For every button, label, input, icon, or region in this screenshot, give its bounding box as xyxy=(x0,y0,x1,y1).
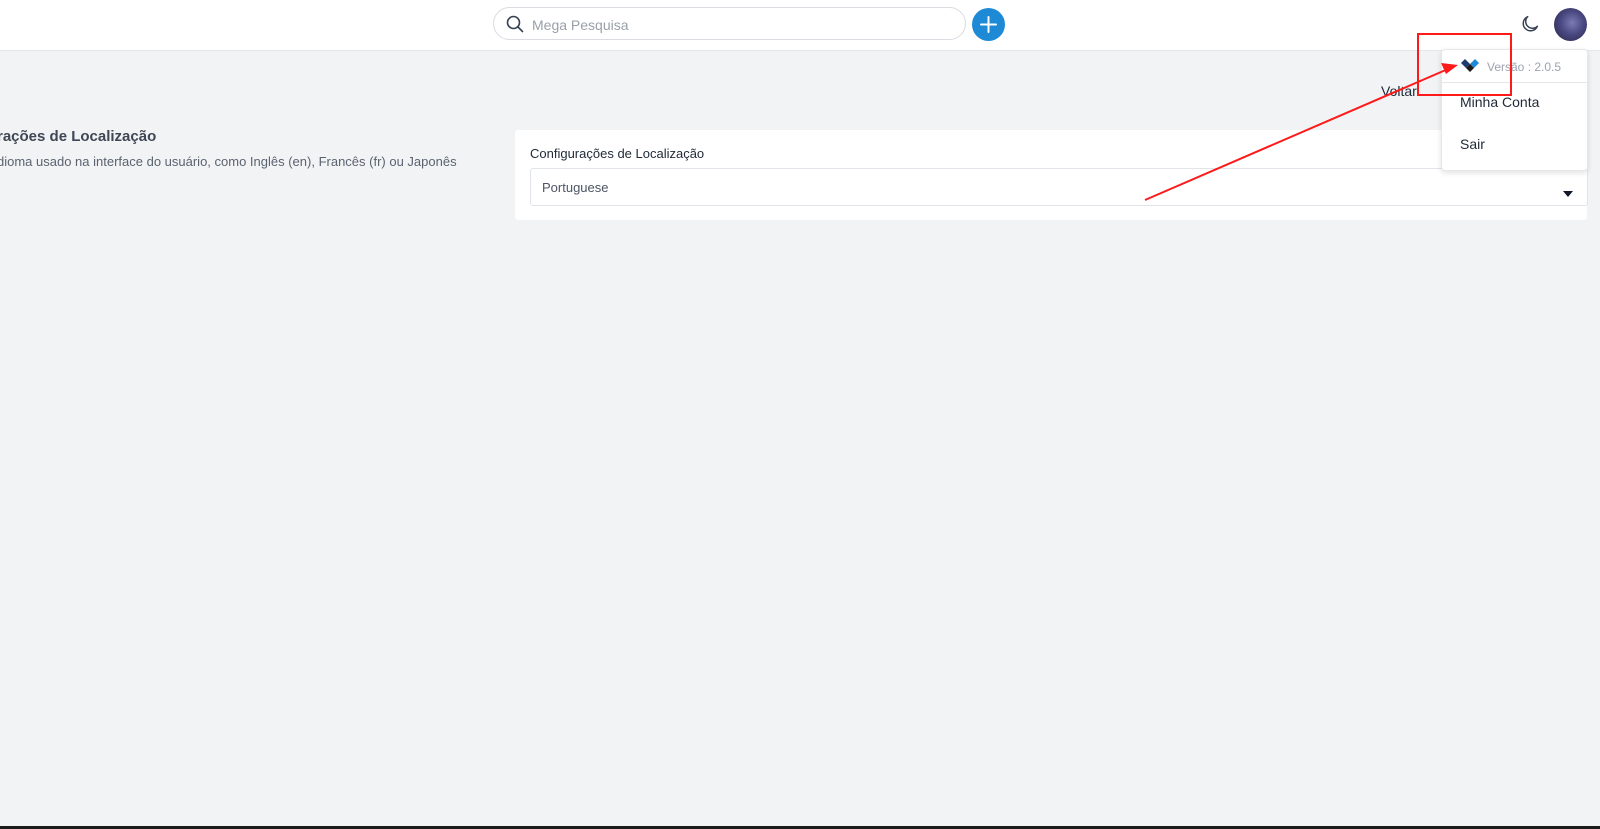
app-logo-icon xyxy=(1460,58,1480,79)
plus-icon xyxy=(980,16,997,33)
user-avatar[interactable] xyxy=(1554,8,1587,41)
user-dropdown-menu: Versão : 2.0.5 Minha Conta Sair xyxy=(1441,49,1588,171)
version-row: Versão : 2.0.5 xyxy=(1442,50,1587,83)
add-button[interactable] xyxy=(972,8,1005,41)
moon-icon xyxy=(1522,15,1539,32)
caret-down-icon xyxy=(1563,184,1573,202)
top-bar xyxy=(0,0,1600,51)
section-description: dioma usado na interface do usuário, com… xyxy=(0,154,457,169)
search-bar[interactable] xyxy=(493,7,966,41)
annotation-arrow xyxy=(1144,63,1458,201)
section-title: rações de Localização xyxy=(0,128,157,145)
field-label: Configurações de Localização xyxy=(530,146,705,161)
search-icon xyxy=(506,15,524,33)
language-select[interactable]: Portuguese xyxy=(530,168,1588,206)
menu-item-my-account[interactable]: Minha Conta xyxy=(1460,94,1539,110)
selected-language: Portuguese xyxy=(542,180,609,195)
localization-card: Configurações de Localização Portuguese xyxy=(515,130,1588,220)
version-text: Versão : 2.0.5 xyxy=(1487,60,1562,74)
menu-item-logout[interactable]: Sair xyxy=(1460,136,1485,152)
search-input[interactable] xyxy=(530,8,954,41)
theme-toggle-button[interactable] xyxy=(1519,13,1541,35)
back-link[interactable]: Voltar xyxy=(1381,83,1417,99)
